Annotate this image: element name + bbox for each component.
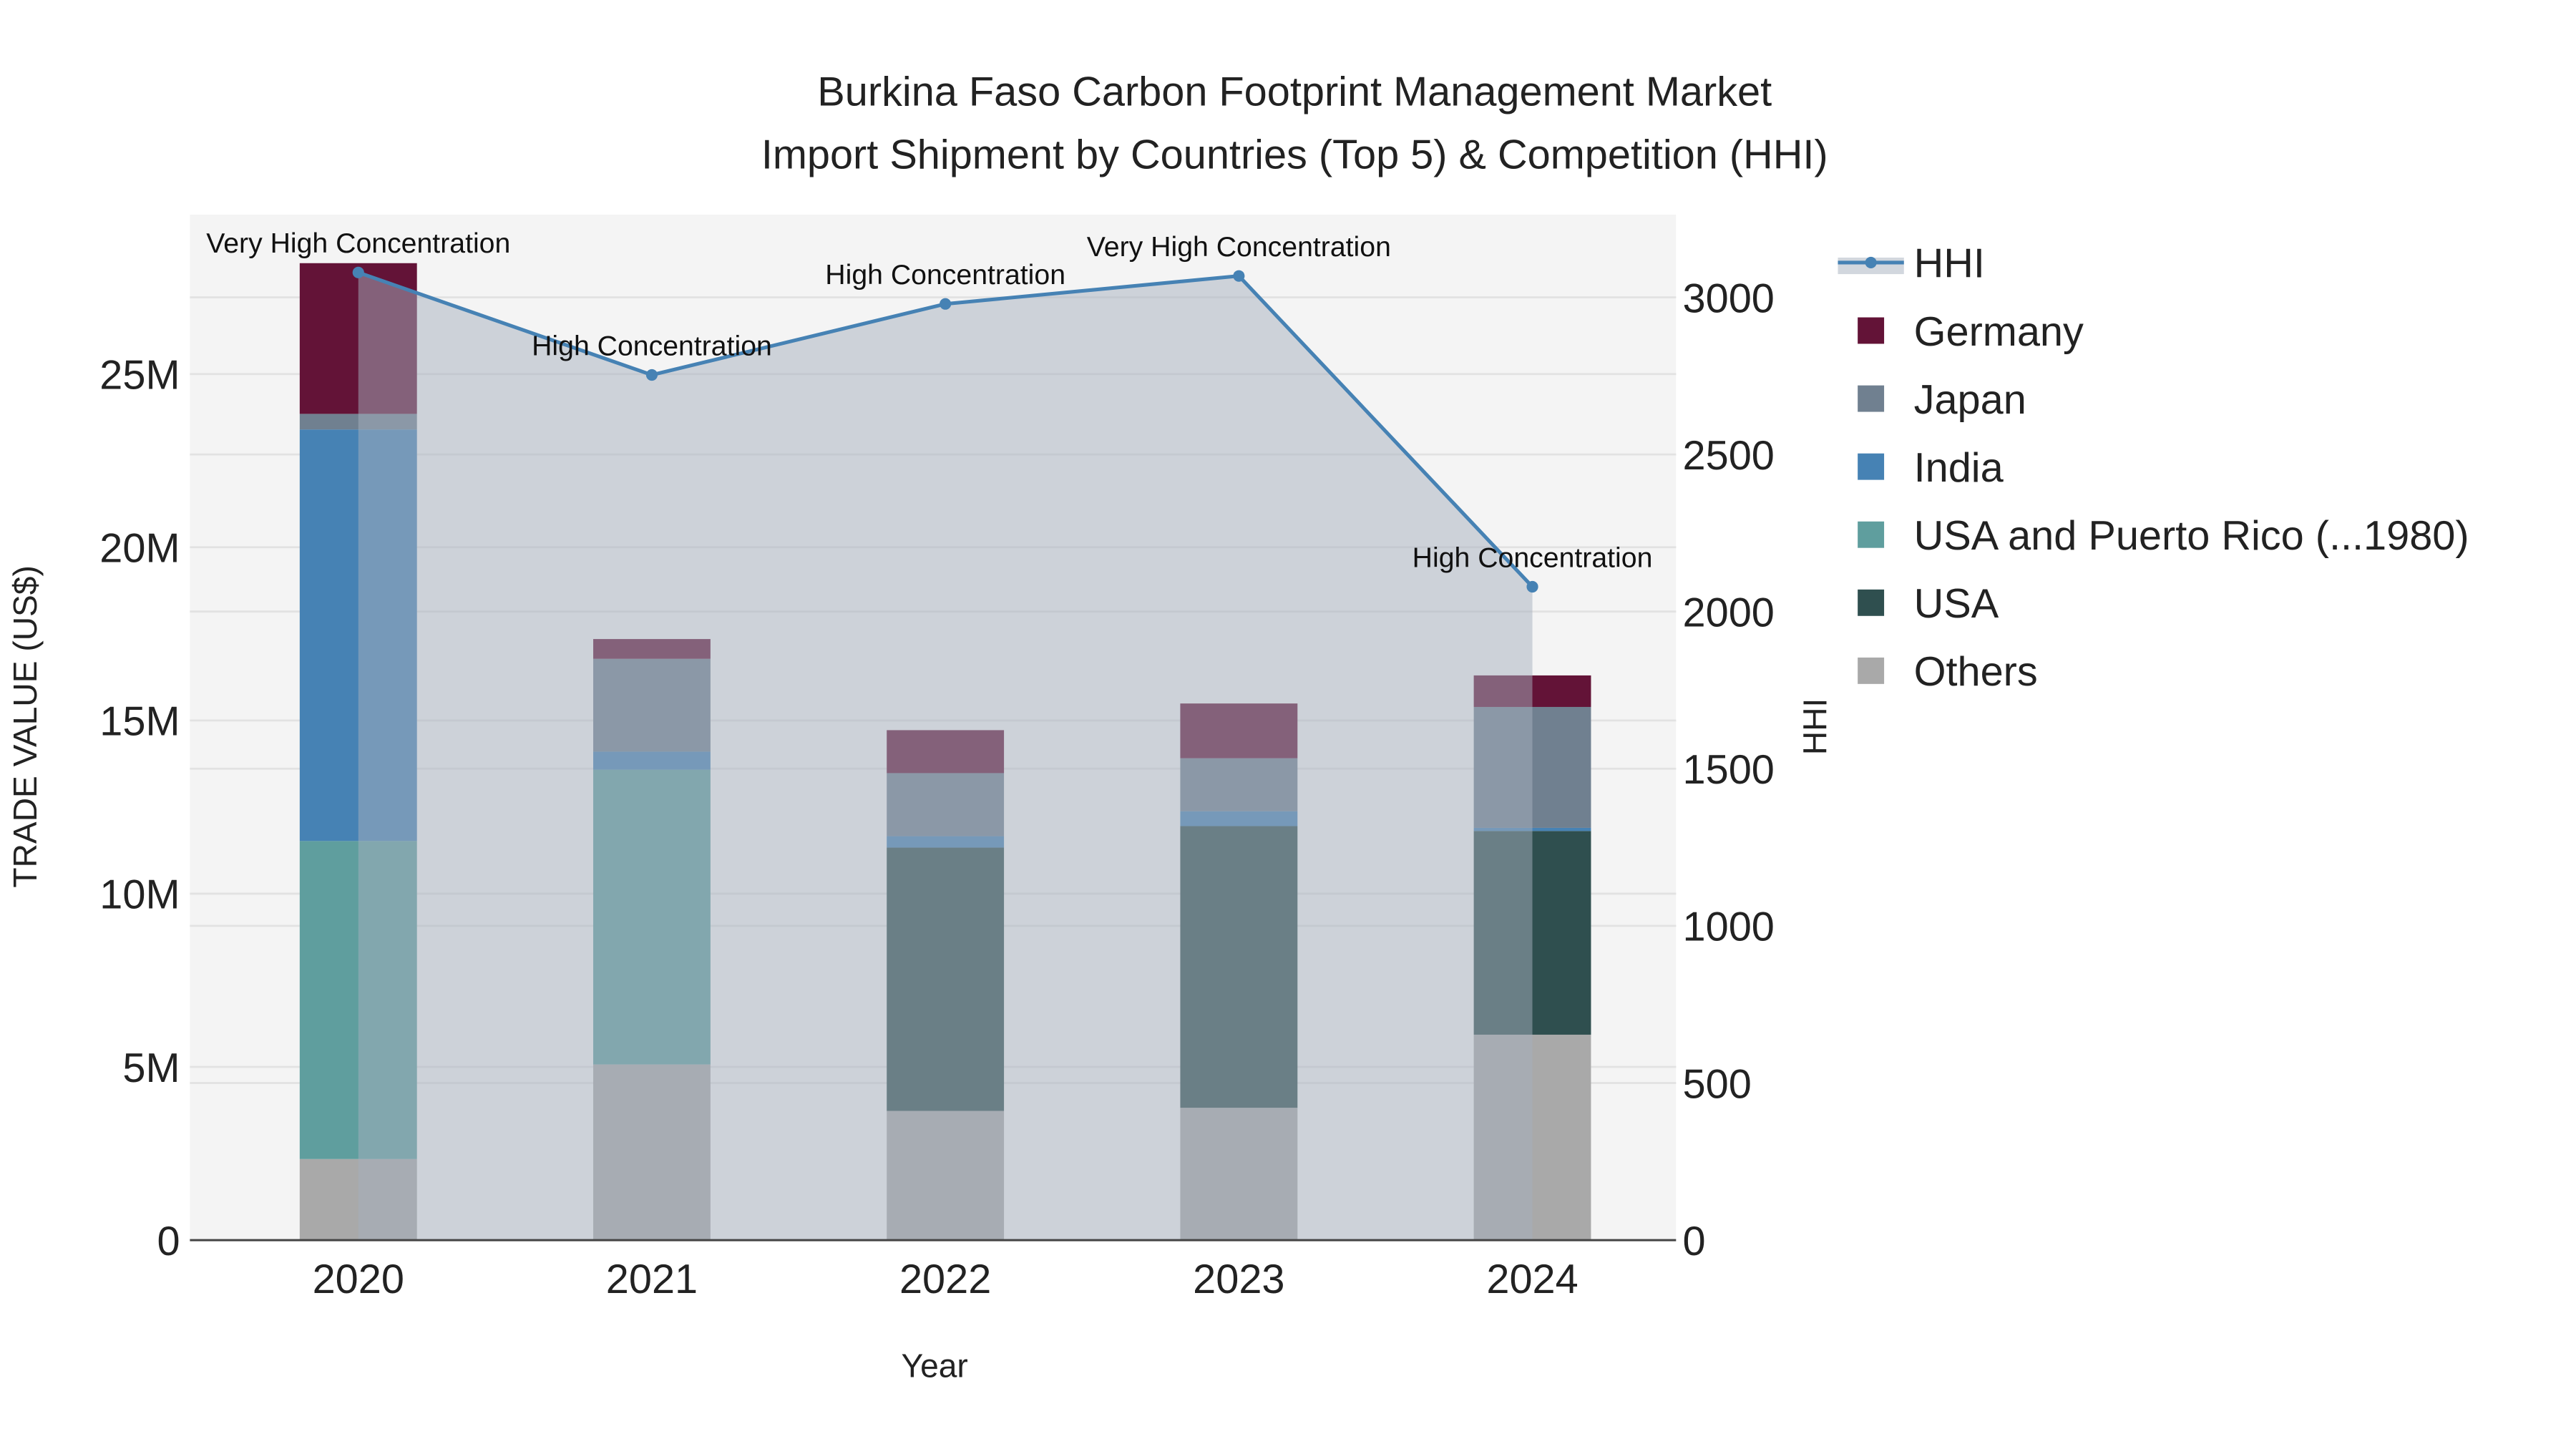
y2-tick-label: 1500 [1683,747,1775,793]
y2-tick-label: 1000 [1683,904,1775,950]
legend-swatch-others [1858,657,1885,684]
hhi-annotation: Very High Concentration [1087,231,1391,263]
legend-label: India [1914,445,2004,491]
legend-swatch-japan [1858,385,1885,412]
y2-tick-label: 2000 [1683,590,1775,635]
y2-tick-label: 3000 [1683,275,1775,321]
hhi-area-fill [358,272,1533,1241]
legend-label: Germany [1914,309,2084,355]
y-tick-label: 25M [99,352,180,398]
legend-swatch-india [1858,453,1885,480]
legend-marker-hhi [1865,256,1877,268]
chart: Very High Concentration High Concentratio… [6,69,2469,1385]
legend: HHI Germany Japan India USA and Puerto Rico … [1838,241,2469,695]
y2-tick-label: 0 [1683,1219,1706,1264]
chart-title-line1: Burkina Faso Carbon Footprint Management… [817,69,1772,115]
hhi-annotation: Very High Concentration [206,228,510,259]
y-tick-label: 5M [122,1045,180,1091]
x-tick-label: 2022 [899,1257,991,1302]
legend-swatch-germany [1858,317,1885,344]
y-tick-label: 20M [99,526,180,572]
y2-tick-label: 2500 [1683,433,1775,479]
hhi-point-2022 [940,298,952,310]
y-tick-label: 0 [157,1219,180,1264]
x-tick-label: 2020 [313,1257,404,1302]
legend-label: Others [1914,649,2038,695]
x-tick-label: 2023 [1193,1257,1284,1302]
legend-label: USA [1914,581,1999,627]
x-tick-label: 2024 [1486,1257,1578,1302]
y-tick-label: 15M [99,699,180,745]
hhi-annotation: High Concentration [1413,542,1653,573]
legend-label-hhi: HHI [1914,241,1985,287]
legend-label: Japan [1914,377,2026,423]
hhi-point-2021 [645,369,658,381]
legend-swatch-usa-and-puerto-rico- [1858,521,1885,548]
hhi-area [358,272,1533,1241]
y-axis-title: TRADE VALUE (US$) [6,565,44,887]
y2-tick-label: 500 [1683,1061,1752,1107]
x-axis-title: Year [902,1347,968,1385]
hhi-annotation: High Concentration [532,330,772,361]
y-tick-label: 10M [99,872,180,918]
hhi-point-2024 [1526,580,1538,593]
hhi-point-2020 [352,266,364,278]
y2-axis-title: HHI [1796,698,1833,755]
legend-swatch-usa [1858,589,1885,616]
hhi-annotation: High Concentration [825,259,1065,291]
chart-title-line2: Import Shipment by Countries (Top 5) & C… [761,132,1828,177]
legend-label: USA and Puerto Rico (...1980) [1914,513,2469,559]
x-tick-label: 2021 [606,1257,698,1302]
hhi-point-2023 [1233,270,1245,282]
